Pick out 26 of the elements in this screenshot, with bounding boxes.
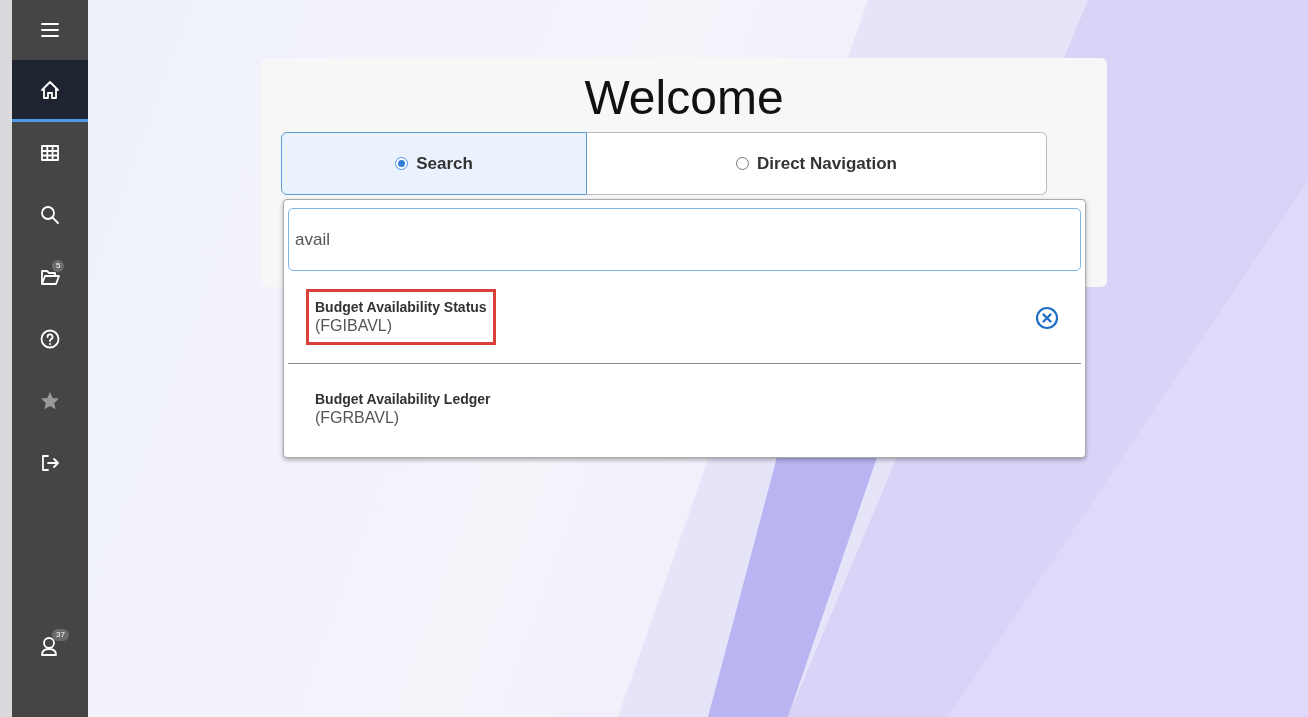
- result-code: (FGRBAVL): [315, 408, 401, 429]
- logout-icon: [39, 452, 61, 474]
- result-item[interactable]: Budget Availability Ledger (FGRBAVL): [288, 363, 1081, 455]
- home-icon: [39, 78, 61, 101]
- mode-label: Search: [416, 152, 473, 175]
- result-name: Budget Availability Status: [315, 297, 487, 316]
- mode-tab[interactable]: Search: [281, 132, 587, 195]
- result-item[interactable]: Budget Availability Status (FGIBAVL): [288, 271, 1081, 363]
- count-badge: 37: [52, 629, 69, 641]
- profile-button[interactable]: 37: [12, 615, 88, 677]
- search-icon: [39, 204, 61, 226]
- mode-tab[interactable]: Direct Navigation: [587, 132, 1047, 195]
- result-code: (FGIBAVL): [315, 315, 394, 336]
- radio-button[interactable]: [736, 157, 750, 170]
- help-icon: [39, 328, 61, 350]
- radio-button[interactable]: [395, 157, 409, 170]
- clear-button[interactable]: [1035, 305, 1059, 329]
- grid-icon: [39, 142, 61, 164]
- count-badge: 5: [52, 260, 65, 272]
- result-name: Budget Availability Ledger: [315, 390, 491, 409]
- star-icon: [39, 390, 61, 412]
- welcome-title: Welcome: [583, 74, 785, 122]
- home-button[interactable]: [12, 60, 88, 122]
- search-field[interactable]: avail: [288, 208, 1081, 271]
- mode-label: Direct Navigation: [757, 152, 897, 175]
- folder-button[interactable]: 5: [12, 246, 88, 308]
